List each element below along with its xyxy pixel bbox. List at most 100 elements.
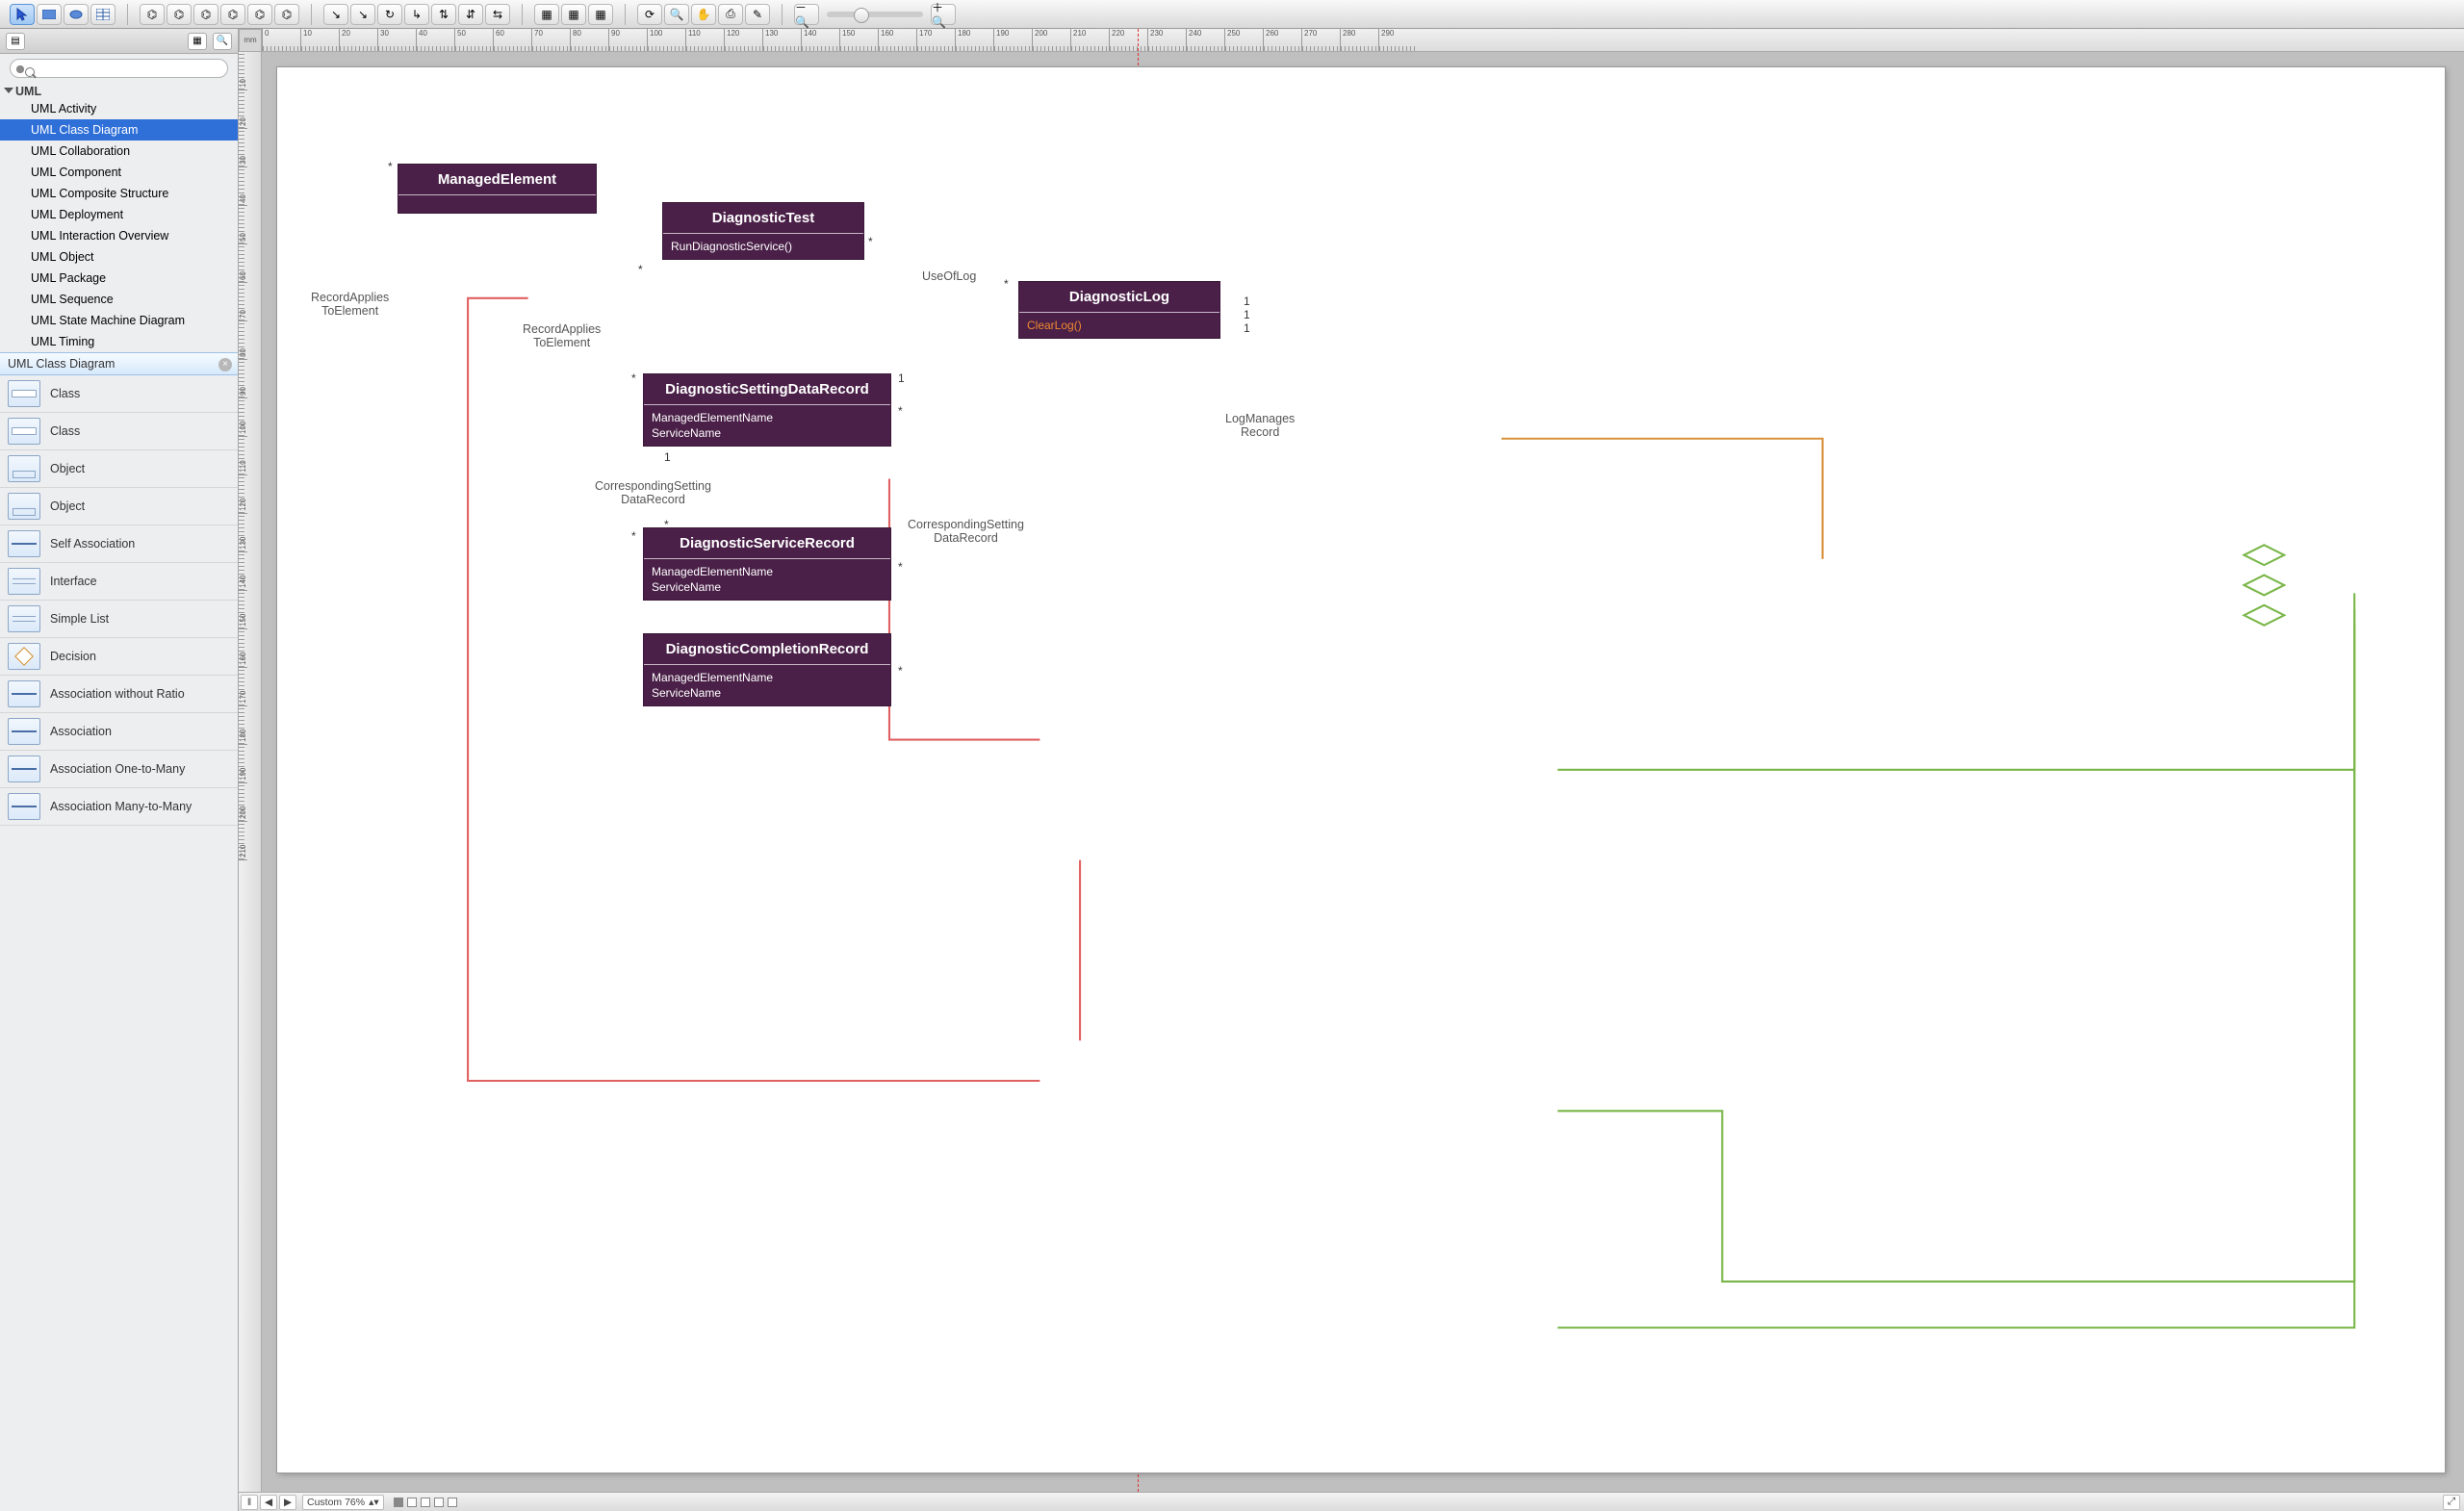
- stencil-label: Association without Ratio: [50, 687, 185, 701]
- tree-layout-3[interactable]: ⌬: [193, 4, 218, 25]
- tree-root[interactable]: UML: [0, 83, 238, 98]
- stencil-item[interactable]: Simple List: [0, 601, 238, 638]
- stencil-label: Association Many-to-Many: [50, 800, 192, 813]
- multiplicity: *: [868, 235, 873, 248]
- hand-tool[interactable]: ✋: [691, 4, 716, 25]
- connector-4[interactable]: ↳: [404, 4, 429, 25]
- tree-item[interactable]: UML Deployment: [0, 204, 238, 225]
- connector-7[interactable]: ⇆: [485, 4, 510, 25]
- uml-title: DiagnosticCompletionRecord: [644, 634, 890, 664]
- fit-page-icon[interactable]: ⤢: [2443, 1495, 2460, 1510]
- page-thumbnails[interactable]: [394, 1498, 457, 1507]
- library-view-icon[interactable]: ▤: [6, 33, 25, 50]
- stencil-label: Association One-to-Many: [50, 762, 185, 776]
- multiplicity: 1: [898, 371, 905, 385]
- uml-class-diagnostic-test[interactable]: DiagnosticTest RunDiagnosticService(): [662, 202, 864, 260]
- zoom-out-button[interactable]: －🔍: [794, 4, 819, 25]
- edit-tool[interactable]: ✎: [745, 4, 770, 25]
- uml-class-managed-element[interactable]: ManagedElement: [398, 164, 597, 214]
- tree-item[interactable]: UML State Machine Diagram: [0, 310, 238, 331]
- stencil-icon: [8, 643, 40, 670]
- tree-item[interactable]: UML Package: [0, 268, 238, 289]
- tree-item[interactable]: UML Interaction Overview: [0, 225, 238, 246]
- uml-class-diagnostic-log[interactable]: DiagnosticLog ClearLog(): [1018, 281, 1220, 339]
- tree-item[interactable]: UML Sequence: [0, 289, 238, 310]
- main-toolbar: ⌬ ⌬ ⌬ ⌬ ⌬ ⌬ ↘ ↘ ↻ ↳ ⇅ ⇵ ⇆ ▦ ▦ ▦ ⟳ 🔍 ✋ ⎙: [0, 0, 2464, 29]
- tree-item[interactable]: UML Collaboration: [0, 141, 238, 162]
- connector-1[interactable]: ↘: [323, 4, 348, 25]
- stencil-item[interactable]: Class: [0, 413, 238, 450]
- tree-list: UML ActivityUML Class DiagramUML Collabo…: [0, 98, 238, 352]
- tree-layout-4[interactable]: ⌬: [220, 4, 245, 25]
- multiplicity: *: [898, 664, 903, 678]
- zoom-in-button[interactable]: ＋🔍: [931, 4, 956, 25]
- canvas-area[interactable]: mm 0102030405060708090100110120130140150…: [239, 29, 2464, 1492]
- stamp-tool[interactable]: ⎙: [718, 4, 743, 25]
- tree-layout-1[interactable]: ⌬: [140, 4, 165, 25]
- zoom-actual[interactable]: ⟳: [637, 4, 662, 25]
- stencil-icon: [8, 418, 40, 445]
- sidebar-search-input[interactable]: [10, 59, 228, 78]
- uml-attributes: ManagedElementName ServiceName: [644, 405, 890, 446]
- tree-item[interactable]: UML Timing: [0, 331, 238, 352]
- stencil-icon: [8, 793, 40, 820]
- multiplicity: *: [664, 518, 669, 531]
- stencil-label: Simple List: [50, 612, 109, 626]
- stencil-icon: [8, 718, 40, 745]
- tree-item[interactable]: UML Object: [0, 246, 238, 268]
- tree-item[interactable]: UML Activity: [0, 98, 238, 119]
- rect-tool[interactable]: [37, 4, 62, 25]
- connector-2[interactable]: ↘: [350, 4, 375, 25]
- uml-class-service-record[interactable]: DiagnosticServiceRecord ManagedElementNa…: [643, 527, 891, 601]
- align-1[interactable]: ▦: [534, 4, 559, 25]
- stencil-item[interactable]: Association without Ratio: [0, 676, 238, 713]
- stencil-icon: [8, 455, 40, 482]
- connector-5[interactable]: ⇅: [431, 4, 456, 25]
- zoom-label: Custom 76%: [307, 1497, 365, 1508]
- tree-item[interactable]: UML Class Diagram: [0, 119, 238, 141]
- search-toggle-icon[interactable]: 🔍: [213, 33, 232, 50]
- stencil-item[interactable]: Interface: [0, 563, 238, 601]
- tree-item[interactable]: UML Component: [0, 162, 238, 183]
- stencil-item[interactable]: Association: [0, 713, 238, 751]
- table-tool[interactable]: [90, 4, 116, 25]
- connector-6[interactable]: ⇵: [458, 4, 483, 25]
- stencil-item[interactable]: Object: [0, 450, 238, 488]
- canvas-wrap: mm 0102030405060708090100110120130140150…: [239, 29, 2464, 1511]
- uml-title: DiagnosticLog: [1019, 282, 1219, 312]
- stencil-item[interactable]: Self Association: [0, 525, 238, 563]
- zoom-indicator[interactable]: Custom 76% ▴▾: [302, 1495, 384, 1510]
- stencil-item[interactable]: Decision: [0, 638, 238, 676]
- tree-layout-5[interactable]: ⌬: [247, 4, 272, 25]
- pointer-tool[interactable]: [10, 4, 35, 25]
- zoom-fit[interactable]: 🔍: [664, 4, 689, 25]
- uml-class-completion-record[interactable]: DiagnosticCompletionRecord ManagedElemen…: [643, 633, 891, 706]
- ellipse-tool[interactable]: [64, 4, 89, 25]
- stencil-item[interactable]: Object: [0, 488, 238, 525]
- connector-3[interactable]: ↻: [377, 4, 402, 25]
- sidebar-header: ▤ ▦ 🔍: [0, 29, 238, 54]
- stencil-label: Class: [50, 387, 80, 400]
- multiplicity: *: [631, 371, 636, 385]
- stencil-section-tab[interactable]: UML Class Diagram ×: [0, 352, 238, 375]
- align-2[interactable]: ▦: [561, 4, 586, 25]
- sidebar-search[interactable]: [10, 59, 228, 78]
- tree-item[interactable]: UML Composite Structure: [0, 183, 238, 204]
- tree-layout-2[interactable]: ⌬: [167, 4, 192, 25]
- align-3[interactable]: ▦: [588, 4, 613, 25]
- uml-class-setting-data-record[interactable]: DiagnosticSettingDataRecord ManagedEleme…: [643, 373, 891, 447]
- next-page-button[interactable]: ▶: [279, 1495, 296, 1510]
- stencil-icon: [8, 756, 40, 782]
- stencil-item[interactable]: Association One-to-Many: [0, 751, 238, 788]
- pause-icon[interactable]: ‖: [241, 1495, 258, 1510]
- grid-view-icon[interactable]: ▦: [188, 33, 207, 50]
- zoom-slider[interactable]: [827, 12, 923, 17]
- stencil-item[interactable]: Association Many-to-Many: [0, 788, 238, 826]
- stepper-icon[interactable]: ▴▾: [369, 1497, 379, 1508]
- close-icon[interactable]: ×: [218, 358, 232, 371]
- drawing-paper[interactable]: ManagedElement DiagnosticTest RunDiagnos…: [277, 67, 2445, 1473]
- tree-layout-6[interactable]: ⌬: [274, 4, 299, 25]
- stencil-list: ClassClassObjectObjectSelf AssociationIn…: [0, 375, 238, 1511]
- prev-page-button[interactable]: ◀: [260, 1495, 277, 1510]
- stencil-item[interactable]: Class: [0, 375, 238, 413]
